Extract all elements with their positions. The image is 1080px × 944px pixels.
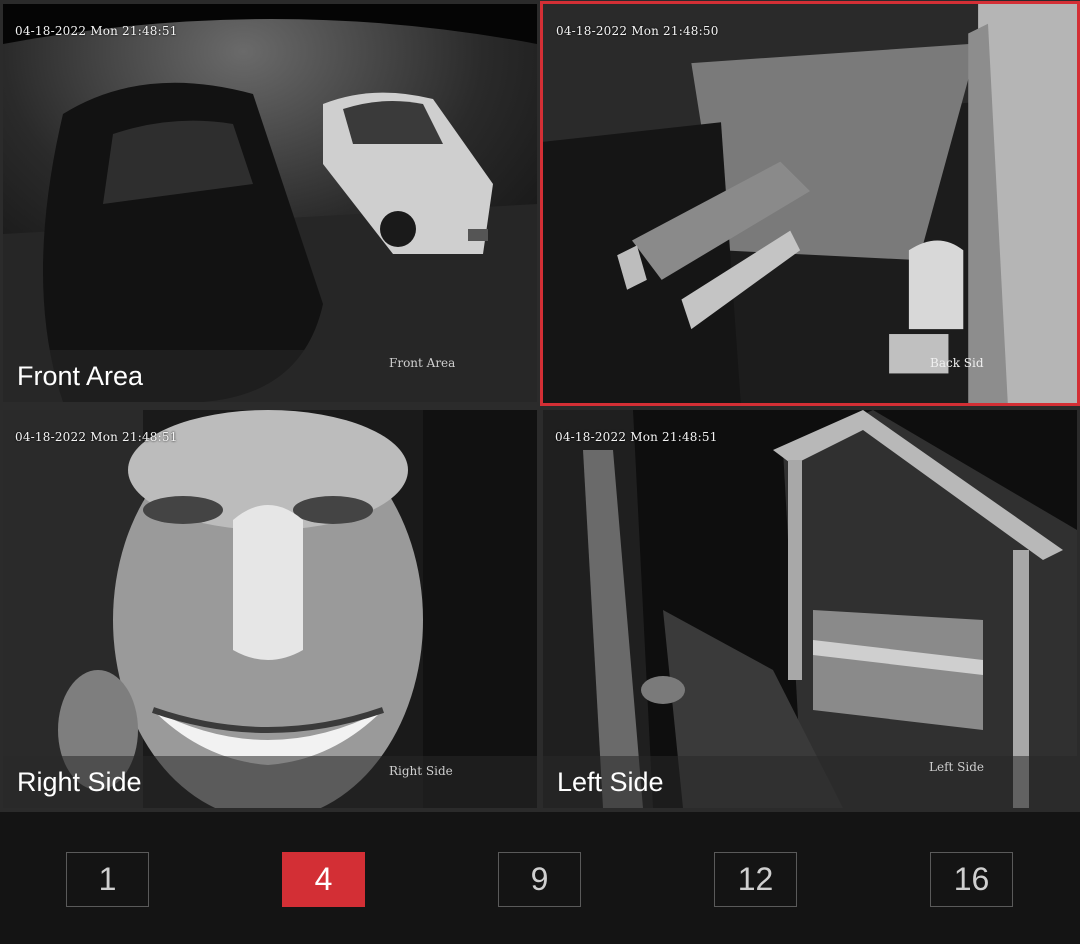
camera-feed-right-side: [3, 410, 537, 808]
layout-4-button[interactable]: 4: [282, 852, 365, 907]
camera-label: Left Side: [557, 767, 664, 797]
timestamp-overlay: 04-18-2022 Mon 21:48:51: [15, 24, 178, 38]
timestamp-overlay: 04-18-2022 Mon 21:48:51: [555, 430, 718, 444]
camera-feed-left-side: [543, 410, 1077, 808]
camera-feed-back-side: [543, 4, 1077, 403]
camera-tile-right-side[interactable]: 04-18-2022 Mon 21:48:51 Right Side Right…: [3, 410, 537, 808]
layout-selector-bar: 1 4 9 12 16: [0, 812, 1080, 944]
camera-osd-name: Back Sid: [930, 356, 984, 370]
layout-12-button[interactable]: 12: [714, 852, 797, 907]
camera-osd-name: Right Side: [389, 764, 453, 778]
camera-grid: 04-18-2022 Mon 21:48:51 Front Area Front…: [0, 0, 1080, 812]
camera-tile-front-area[interactable]: 04-18-2022 Mon 21:48:51 Front Area Front…: [3, 4, 537, 402]
camera-osd-name: Front Area: [389, 356, 456, 370]
camera-label: Right Side: [17, 767, 142, 797]
layout-9-button[interactable]: 9: [498, 852, 581, 907]
timestamp-overlay: 04-18-2022 Mon 21:48:51: [15, 430, 178, 444]
camera-tile-left-side[interactable]: 04-18-2022 Mon 21:48:51 Left Side Left S…: [543, 410, 1077, 808]
camera-tile-back-side[interactable]: 04-18-2022 Mon 21:48:50 Back Sid: [540, 1, 1080, 406]
camera-osd-name: Left Side: [929, 760, 984, 774]
layout-1-button[interactable]: 1: [66, 852, 149, 907]
timestamp-overlay: 04-18-2022 Mon 21:48:50: [556, 24, 719, 38]
camera-label: Front Area: [17, 361, 144, 391]
layout-16-button[interactable]: 16: [930, 852, 1013, 907]
camera-feed-front-area: [3, 4, 537, 402]
